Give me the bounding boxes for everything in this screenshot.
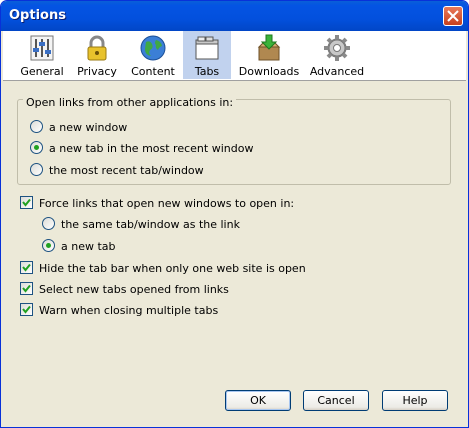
radio-button-selected[interactable] (42, 239, 55, 252)
checkbox[interactable] (20, 282, 33, 295)
preferences-toolbar: General Privacy Content Tabs Downloads A… (3, 31, 466, 81)
lock-icon (87, 35, 107, 61)
close-button[interactable] (443, 6, 463, 26)
tabs-icon (195, 36, 219, 60)
radio-a-new-tab[interactable]: a new tab (42, 239, 116, 253)
tab-advanced-label: Advanced (309, 65, 365, 78)
help-button[interactable]: Help (382, 390, 448, 411)
checkbox-hide-tab-bar-label: Hide the tab bar when only one web site … (39, 262, 306, 275)
tab-content[interactable]: Content (125, 31, 181, 79)
ok-button-label: OK (250, 394, 266, 407)
title-bar[interactable]: Options (1, 1, 468, 31)
radio-new-tab-recent-window-label: a new tab in the most recent window (49, 142, 254, 155)
radio-same-tab-window[interactable]: the same tab/window as the link (42, 217, 240, 231)
checkbox[interactable] (20, 196, 33, 209)
checkbox-select-new-tabs[interactable]: Select new tabs opened from links (20, 282, 229, 296)
checkmark-icon (22, 198, 31, 207)
help-button-label: Help (402, 394, 428, 407)
download-box-icon (257, 34, 281, 61)
cancel-button[interactable]: Cancel (303, 390, 369, 411)
options-dialog: Options General Privacy Content Tabs Dow… (0, 0, 469, 428)
radio-a-new-tab-label: a new tab (61, 240, 116, 253)
checkbox[interactable] (20, 261, 33, 274)
checkbox[interactable] (20, 303, 33, 316)
checkmark-icon (22, 305, 31, 314)
window-title: Options (9, 8, 66, 23)
tab-tabs-label: Tabs (194, 65, 220, 78)
radio-button[interactable] (42, 217, 55, 230)
checkbox-hide-tab-bar[interactable]: Hide the tab bar when only one web site … (20, 261, 306, 275)
tab-content-label: Content (131, 65, 175, 78)
checkbox-warn-closing-label: Warn when closing multiple tabs (39, 304, 219, 317)
gear-icon (324, 35, 350, 61)
globe-icon (140, 35, 166, 61)
radio-button[interactable] (30, 163, 43, 176)
tab-general-label: General (20, 65, 64, 78)
checkbox-select-new-tabs-label: Select new tabs opened from links (39, 283, 229, 296)
tab-general[interactable]: General (13, 31, 71, 79)
checkmark-icon (22, 263, 31, 272)
tab-tabs[interactable]: Tabs (183, 31, 231, 79)
radio-new-window[interactable]: a new window (30, 120, 127, 134)
checkbox-force-links[interactable]: Force links that open new windows to ope… (20, 196, 294, 210)
checkmark-icon (22, 284, 31, 293)
tab-privacy-label: Privacy (77, 65, 117, 78)
radio-new-window-label: a new window (49, 121, 128, 134)
tab-privacy[interactable]: Privacy (71, 31, 123, 79)
checkbox-force-links-label: Force links that open new windows to ope… (39, 197, 295, 210)
radio-button[interactable] (30, 120, 43, 133)
ok-button[interactable]: OK (225, 390, 291, 411)
tab-advanced[interactable]: Advanced (305, 31, 369, 79)
tab-downloads-label: Downloads (238, 65, 300, 78)
close-icon (447, 10, 459, 22)
radio-same-tab-window-label: the same tab/window as the link (61, 218, 240, 231)
radio-recent-tab-window-label: the most recent tab/window (49, 164, 204, 177)
radio-button-selected[interactable] (30, 141, 43, 154)
general-icon (30, 35, 54, 61)
radio-new-tab-recent-window[interactable]: a new tab in the most recent window (30, 141, 253, 155)
open-links-legend: Open links from other applications in: (23, 96, 237, 109)
radio-recent-tab-window[interactable]: the most recent tab/window (30, 163, 204, 177)
checkbox-warn-closing[interactable]: Warn when closing multiple tabs (20, 303, 218, 317)
tab-downloads[interactable]: Downloads (237, 31, 301, 79)
cancel-button-label: Cancel (317, 394, 355, 407)
